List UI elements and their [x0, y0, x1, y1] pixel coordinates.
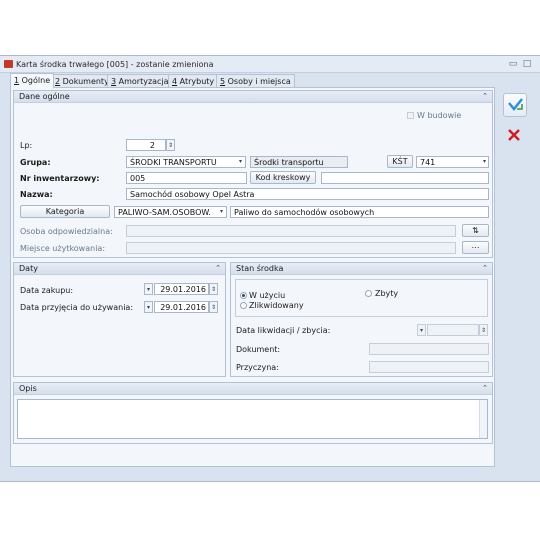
stan-radio-group: W użyciu Zlikwidowany Zbyty [235, 279, 488, 317]
kategoria-dropdown-icon[interactable]: ▾ [217, 206, 226, 218]
section-stan-srodka: Stan środka ⌃ W użyciu Zlikwidowany Zbyt… [230, 262, 493, 377]
section-daty: Daty ⌃ Data zakupu: ▾ 29.01.2016 ⇕ Data … [13, 262, 226, 377]
grupa-select[interactable]: ŚRODKI TRANSPORTU [126, 156, 246, 168]
grupa-description: Środki transportu [250, 156, 348, 168]
title-bar: Karta środka trwałego [005] - zostanie z… [0, 56, 540, 73]
collapse-icon[interactable]: ⌃ [482, 92, 488, 100]
data-przyjecia-dropdown-icon[interactable]: ▾ [144, 301, 153, 313]
app-icon [4, 60, 13, 68]
section-header: Dane ogólne ⌃ [14, 91, 492, 103]
data-przyjecia-label: Data przyjęcia do używania: [20, 303, 134, 312]
dokument-field[interactable] [369, 343, 489, 355]
tab-dokumenty-label: Dokumenty [60, 77, 109, 86]
zlikwidowany-radio[interactable] [240, 302, 247, 309]
kst-dropdown-icon[interactable]: ▾ [480, 156, 489, 168]
data-zakupu-spinner-icon[interactable]: ⇕ [209, 283, 218, 295]
cancel-button[interactable] [503, 124, 527, 148]
section-title: Opis [19, 384, 37, 393]
data-likwidacji-label: Data likwidacji / zbycia: [236, 326, 331, 335]
data-zakupu-dropdown-icon[interactable]: ▾ [144, 283, 153, 295]
opis-scrollbar[interactable] [479, 400, 487, 438]
save-icon [508, 98, 523, 111]
data-zakupu-label: Data zakupu: [20, 286, 74, 295]
data-likwidacji-spinner-icon[interactable]: ⇕ [479, 324, 488, 336]
nr-inwentarzowy-field[interactable]: 005 [126, 172, 247, 184]
asset-card-window: Karta środka trwałego [005] - zostanie z… [0, 55, 540, 482]
kategoria-description: Paliwo do samochodów osobowych [230, 206, 489, 218]
section-header: Daty ⌃ [14, 263, 225, 275]
tab-osoby-label: Osoby i miejsca [225, 77, 291, 86]
opis-textarea[interactable] [17, 399, 488, 439]
zlikwidowany-label: Zlikwidowany [249, 301, 304, 310]
osoba-label: Osoba odpowiedzialna: [20, 227, 113, 236]
tab-ogolne-label: Ogólne [19, 76, 51, 85]
section-title: Daty [19, 264, 38, 273]
nr-inwentarzowy-label: Nr inwentarzowy: [20, 174, 100, 183]
tab-amortyzacja[interactable]: 3 Amortyzacja [107, 74, 173, 88]
nazwa-label: Nazwa: [20, 190, 53, 199]
miejsce-select-button[interactable]: ⋯ [462, 241, 489, 254]
window-title: Karta środka trwałego [005] - zostanie z… [16, 60, 214, 69]
collapse-icon[interactable]: ⌃ [482, 384, 488, 392]
save-button[interactable] [503, 93, 527, 117]
dokument-label: Dokument: [236, 345, 281, 354]
data-likwidacji-dropdown-icon[interactable]: ▾ [417, 324, 426, 336]
w-budowie-checkbox[interactable] [407, 112, 414, 119]
kod-kreskowy-field[interactable] [321, 172, 489, 184]
section-title: Dane ogólne [19, 92, 70, 101]
lp-label: Lp: [20, 141, 33, 150]
data-zakupu-field[interactable]: 29.01.2016 [154, 283, 209, 295]
tab-atrybuty[interactable]: 4 Atrybuty [168, 74, 219, 88]
zbyty-label: Zbyty [375, 289, 399, 298]
kst-select[interactable]: 741 [416, 156, 489, 168]
grupa-dropdown-icon[interactable]: ▾ [236, 156, 245, 168]
przyczyna-field[interactable] [369, 361, 489, 373]
miejsce-label: Miejsce użytkowania: [20, 244, 106, 253]
lp-field[interactable]: 2 [126, 139, 166, 151]
kod-kreskowy-button[interactable]: Kod kreskowy [250, 171, 316, 184]
maximize-button[interactable]: □ [522, 59, 532, 69]
section-dane-ogolne: Dane ogólne ⌃ W budowie Lp: 2 ⇕ Grupa: Ś… [13, 90, 493, 258]
section-title: Stan środka [236, 264, 284, 273]
select-place-icon: ⋯ [471, 243, 480, 252]
minimize-button[interactable]: ▭ [508, 59, 518, 69]
osoba-field[interactable] [126, 225, 456, 237]
section-opis: Opis ⌃ [13, 382, 493, 444]
section-header: Stan środka ⌃ [231, 263, 492, 275]
tab-page-ogolne: Dane ogólne ⌃ W budowie Lp: 2 ⇕ Grupa: Ś… [10, 87, 495, 467]
tab-dokumenty[interactable]: 2 Dokumenty [51, 74, 113, 88]
kst-button[interactable]: KŚT [387, 155, 413, 168]
collapse-icon[interactable]: ⌃ [215, 264, 221, 272]
tab-osoby-i-miejsca[interactable]: 5 Osoby i miejsca [216, 74, 295, 88]
zbyty-radio[interactable] [365, 290, 372, 297]
kategoria-select[interactable]: PALIWO-SAM.OSOBOW. [114, 206, 227, 218]
nazwa-field[interactable]: Samochód osobowy Opel Astra [126, 188, 489, 200]
data-likwidacji-field[interactable] [427, 324, 479, 336]
data-przyjecia-spinner-icon[interactable]: ⇕ [209, 301, 218, 313]
close-icon [508, 129, 520, 141]
select-person-icon: ⇅ [472, 226, 479, 235]
w-uzyciu-label: W użyciu [249, 291, 286, 300]
miejsce-field[interactable] [126, 242, 456, 254]
w-budowie-label: W budowie [417, 111, 462, 120]
tab-amortyzacja-label: Amortyzacja [116, 77, 169, 86]
lp-spinner-icon[interactable]: ⇕ [166, 139, 175, 151]
przyczyna-label: Przyczyna: [236, 363, 279, 372]
tab-ogolne[interactable]: 1 Ogólne [10, 73, 55, 88]
section-header: Opis ⌃ [14, 383, 492, 395]
w-uzyciu-radio[interactable] [240, 292, 247, 299]
data-przyjecia-field[interactable]: 29.01.2016 [154, 301, 209, 313]
kategoria-button[interactable]: Kategoria [20, 205, 110, 218]
tab-atrybuty-label: Atrybuty [177, 77, 215, 86]
collapse-icon[interactable]: ⌃ [482, 264, 488, 272]
osoba-select-button[interactable]: ⇅ [462, 224, 489, 237]
grupa-label: Grupa: [20, 158, 51, 167]
